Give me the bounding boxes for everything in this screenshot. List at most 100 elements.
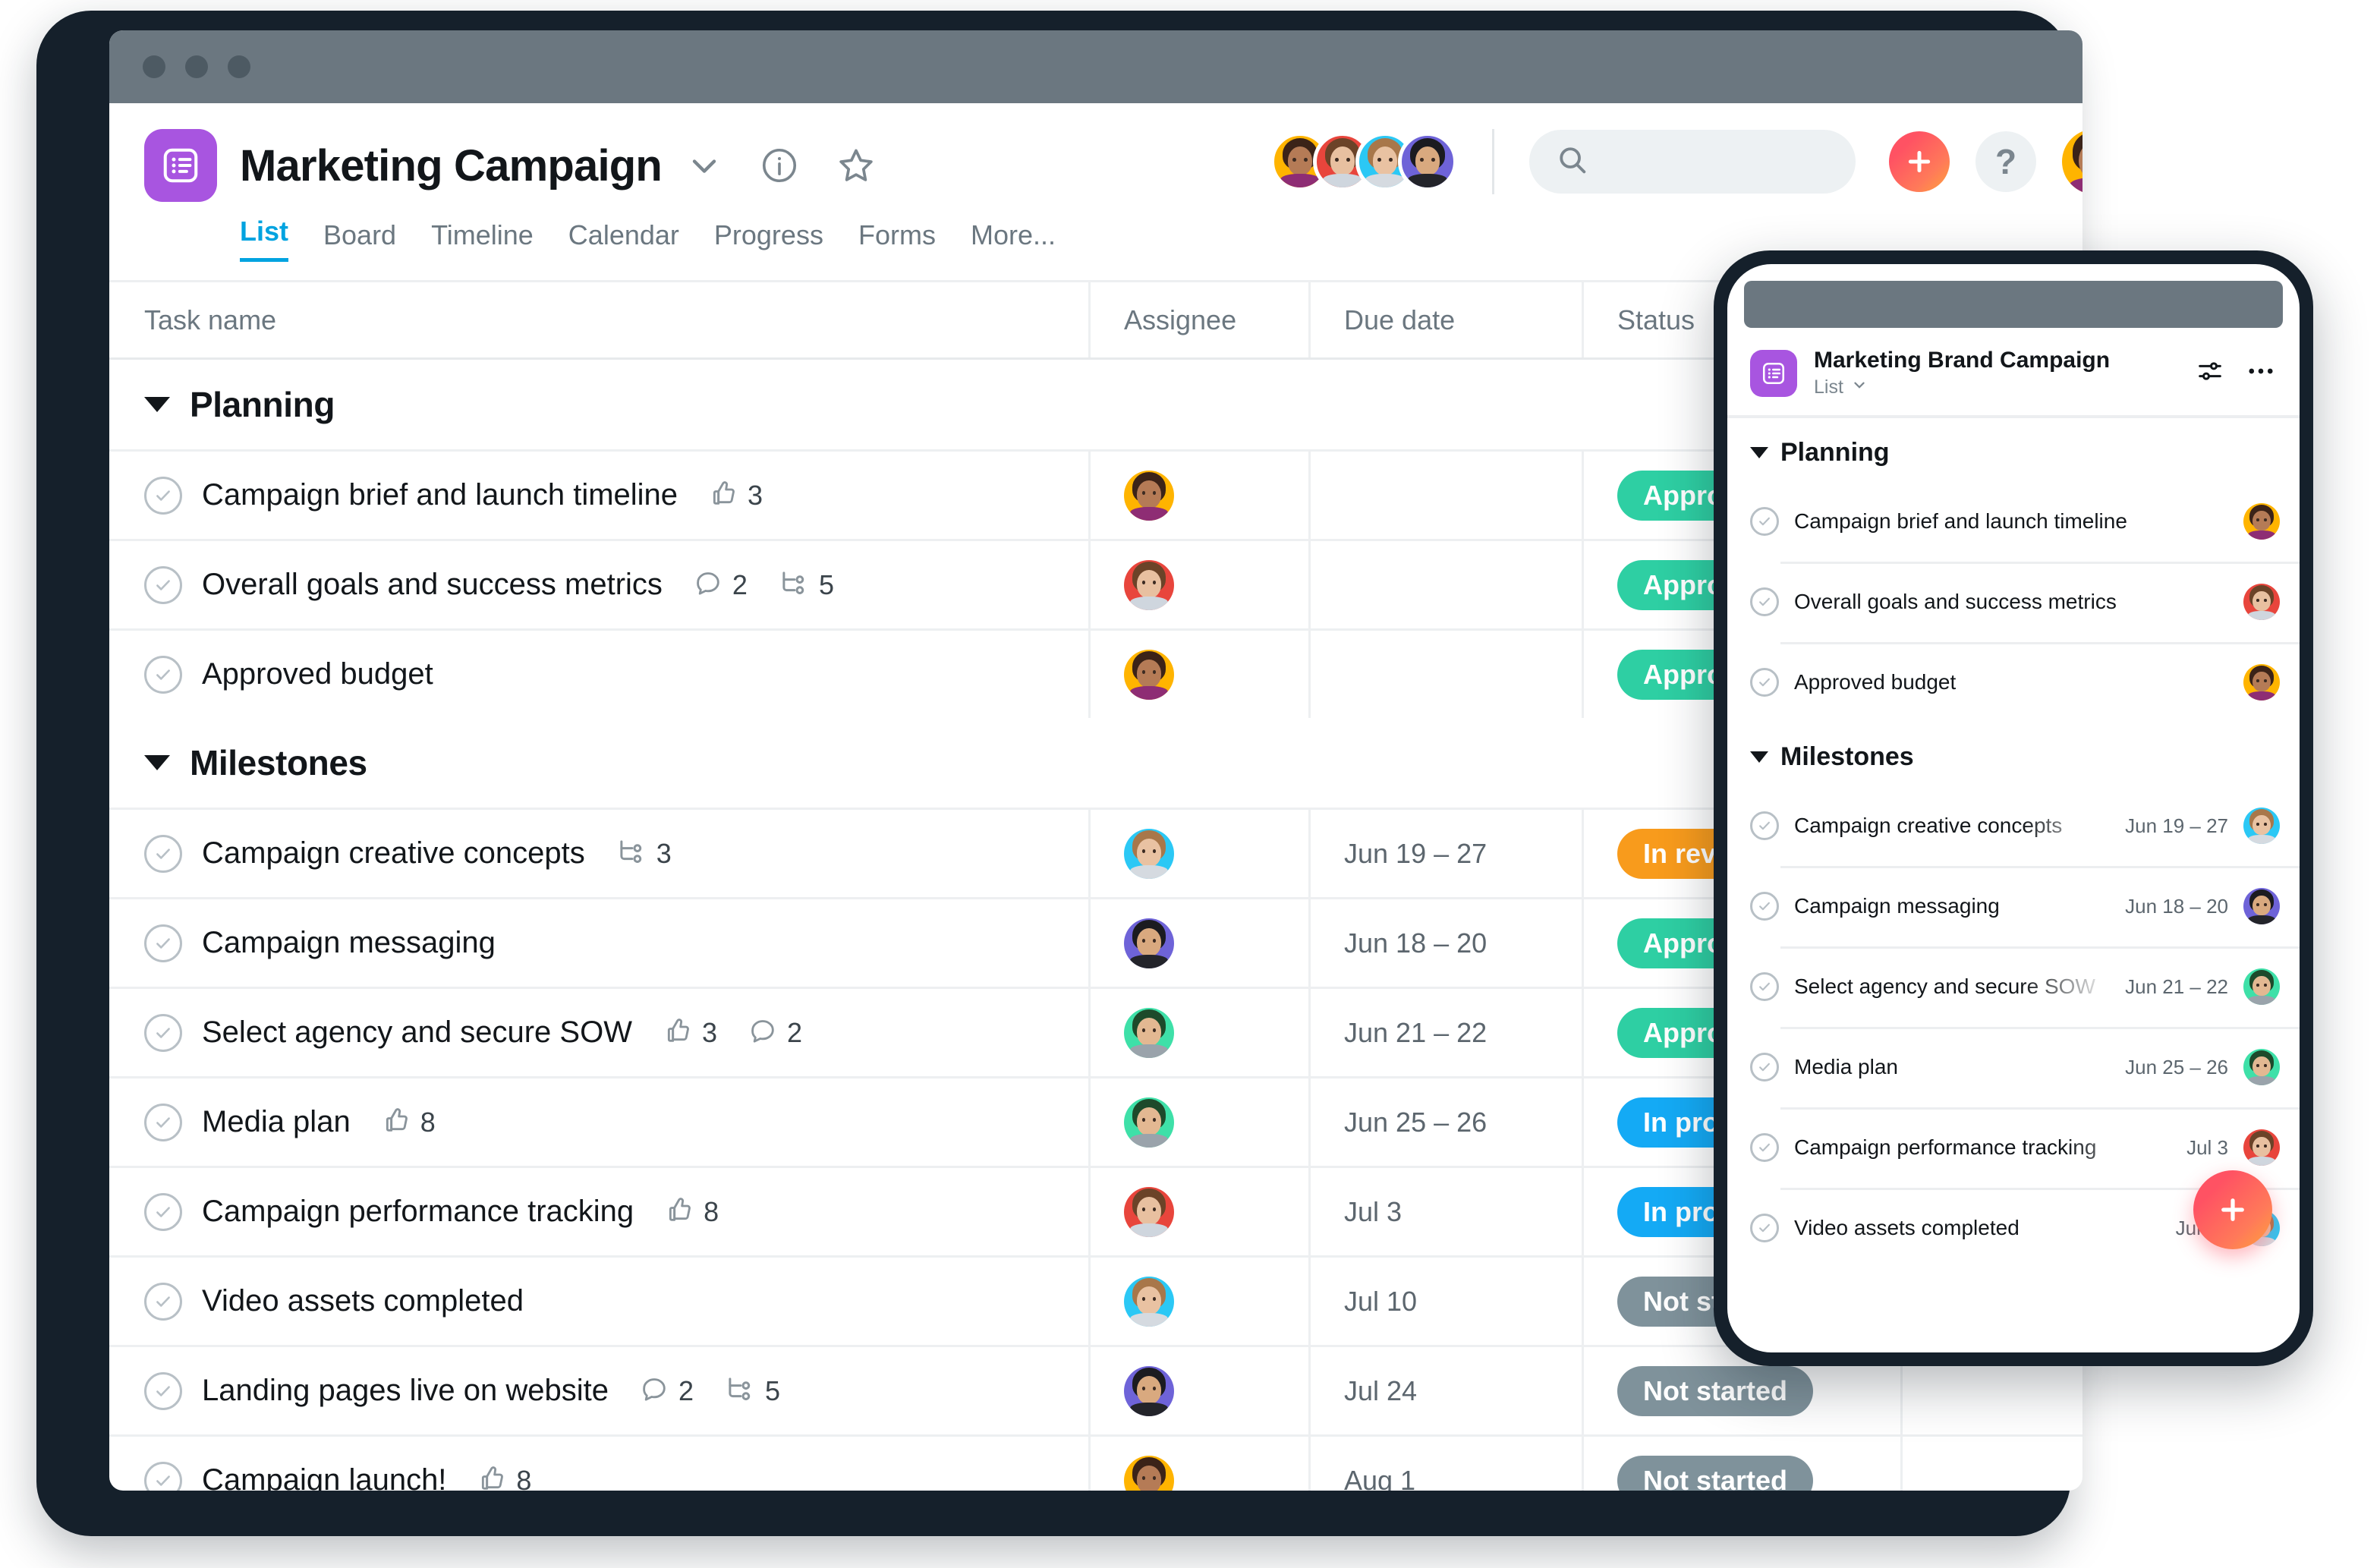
cell-due-date[interactable]: Jun 19 – 27 (1308, 810, 1582, 897)
help-button[interactable]: ? (1975, 131, 2036, 192)
tab-forms[interactable]: Forms (858, 219, 936, 262)
task-complete-check-icon[interactable] (1750, 1214, 1779, 1242)
assignee-avatar[interactable] (2243, 1049, 2280, 1085)
task-comment-meta[interactable]: 2 (639, 1374, 694, 1408)
assignee-avatar[interactable] (1124, 918, 1174, 968)
assignee-avatar[interactable] (2243, 664, 2280, 701)
cell-due-date[interactable]: Aug 1 (1308, 1437, 1582, 1491)
task-complete-check-icon[interactable] (144, 565, 182, 604)
chevron-down-icon[interactable] (685, 146, 724, 185)
task-like-meta[interactable]: 8 (381, 1105, 436, 1139)
phone-add-task-fab[interactable] (2193, 1170, 2272, 1249)
member-avatar-stack[interactable] (1270, 132, 1457, 191)
collapse-caret-icon[interactable] (1750, 751, 1768, 763)
current-user-avatar[interactable] (2062, 129, 2082, 194)
task-like-meta[interactable]: 3 (708, 478, 763, 512)
column-header-due-date[interactable]: Due date (1308, 282, 1582, 357)
status-badge[interactable]: Not started (1617, 1365, 1814, 1416)
list-item[interactable]: Select agency and secure SOW Jun 21 – 22 (1727, 946, 2300, 1027)
assignee-avatar[interactable] (1124, 1276, 1174, 1327)
task-like-meta[interactable]: 8 (477, 1463, 531, 1491)
task-complete-check-icon[interactable] (1750, 507, 1779, 536)
cell-due-date[interactable] (1308, 631, 1582, 718)
task-complete-check-icon[interactable] (144, 1371, 182, 1410)
assignee-avatar[interactable] (1124, 1455, 1174, 1491)
more-horizontal-icon[interactable] (2245, 355, 2277, 391)
task-complete-check-icon[interactable] (144, 655, 182, 694)
assignee-avatar[interactable] (1124, 828, 1174, 879)
list-item[interactable]: Campaign messaging Jun 18 – 20 (1727, 866, 2300, 946)
phone-section-header[interactable]: Milestones (1727, 723, 2300, 786)
assignee-avatar[interactable] (1124, 470, 1174, 521)
cell-due-date[interactable] (1308, 541, 1582, 628)
task-subtask-meta[interactable]: 5 (724, 1373, 780, 1409)
cell-due-date[interactable]: Jul 3 (1308, 1168, 1582, 1255)
task-complete-check-icon[interactable] (1750, 1133, 1779, 1162)
add-task-button[interactable] (1889, 131, 1950, 192)
phone-section-header[interactable]: Planning (1727, 418, 2300, 481)
assignee-avatar[interactable] (2243, 808, 2280, 844)
task-complete-check-icon[interactable] (144, 1103, 182, 1141)
sort-settings-icon[interactable] (2195, 356, 2225, 390)
list-item[interactable]: Overall goals and success metrics (1727, 562, 2300, 642)
task-complete-check-icon[interactable] (1750, 1053, 1779, 1082)
column-header-task-name[interactable]: Task name (109, 304, 1088, 336)
task-like-meta[interactable]: 8 (664, 1195, 719, 1229)
task-complete-check-icon[interactable] (144, 1282, 182, 1321)
task-complete-check-icon[interactable] (1750, 587, 1779, 616)
collapse-caret-icon[interactable] (1750, 447, 1768, 458)
search-input[interactable] (1529, 130, 1856, 194)
task-complete-check-icon[interactable] (1750, 972, 1779, 1001)
cell-status[interactable]: Not started (1582, 1437, 1900, 1491)
assignee-avatar[interactable] (1124, 1186, 1174, 1237)
assignee-avatar[interactable] (2243, 584, 2280, 620)
assignee-avatar[interactable] (1124, 1007, 1174, 1058)
star-icon[interactable] (835, 144, 877, 187)
list-item[interactable]: Approved budget (1727, 642, 2300, 723)
task-comment-meta[interactable]: 2 (748, 1015, 802, 1050)
status-badge[interactable]: Not started (1617, 1455, 1814, 1491)
tab-more[interactable]: More... (971, 219, 1056, 262)
task-complete-check-icon[interactable] (144, 1192, 182, 1231)
tab-calendar[interactable]: Calendar (568, 219, 679, 262)
member-avatar[interactable] (1398, 132, 1457, 191)
task-complete-check-icon[interactable] (1750, 668, 1779, 697)
task-complete-check-icon[interactable] (144, 924, 182, 962)
cell-due-date[interactable]: Jun 25 – 26 (1308, 1078, 1582, 1166)
window-maximize-dot[interactable] (228, 55, 250, 78)
task-complete-check-icon[interactable] (144, 834, 182, 873)
window-close-dot[interactable] (143, 55, 165, 78)
task-comment-meta[interactable]: 2 (693, 568, 748, 602)
task-complete-check-icon[interactable] (144, 1013, 182, 1052)
assignee-avatar[interactable] (1124, 649, 1174, 700)
task-complete-check-icon[interactable] (144, 476, 182, 515)
cell-due-date[interactable]: Jul 10 (1308, 1258, 1582, 1345)
task-subtask-meta[interactable]: 3 (615, 836, 672, 871)
tab-timeline[interactable]: Timeline (431, 219, 534, 262)
task-like-meta[interactable]: 3 (663, 1015, 717, 1050)
info-circle-icon[interactable] (759, 145, 800, 186)
collapse-caret-icon[interactable] (144, 397, 170, 412)
cell-due-date[interactable]: Jun 18 – 20 (1308, 899, 1582, 987)
list-item[interactable]: Campaign creative concepts Jun 19 – 27 (1727, 786, 2300, 866)
phone-view-switcher[interactable]: List (1814, 376, 2110, 398)
window-minimize-dot[interactable] (185, 55, 208, 78)
assignee-avatar[interactable] (2243, 503, 2280, 540)
cell-due-date[interactable]: Jul 24 (1308, 1347, 1582, 1434)
assignee-avatar[interactable] (1124, 1365, 1174, 1416)
tab-progress[interactable]: Progress (714, 219, 823, 262)
assignee-avatar[interactable] (2243, 968, 2280, 1005)
tab-list[interactable]: List (240, 216, 289, 262)
cell-due-date[interactable]: Jun 21 – 22 (1308, 989, 1582, 1076)
task-complete-check-icon[interactable] (1750, 892, 1779, 921)
assignee-avatar[interactable] (1124, 559, 1174, 610)
column-header-assignee[interactable]: Assignee (1088, 282, 1308, 357)
collapse-caret-icon[interactable] (144, 755, 170, 770)
task-complete-check-icon[interactable] (144, 1461, 182, 1491)
task-subtask-meta[interactable]: 5 (778, 567, 834, 603)
assignee-avatar[interactable] (1124, 1097, 1174, 1148)
tab-board[interactable]: Board (323, 219, 396, 262)
list-item[interactable]: Campaign brief and launch timeline (1727, 481, 2300, 562)
cell-due-date[interactable] (1308, 452, 1582, 539)
assignee-avatar[interactable] (2243, 1129, 2280, 1166)
